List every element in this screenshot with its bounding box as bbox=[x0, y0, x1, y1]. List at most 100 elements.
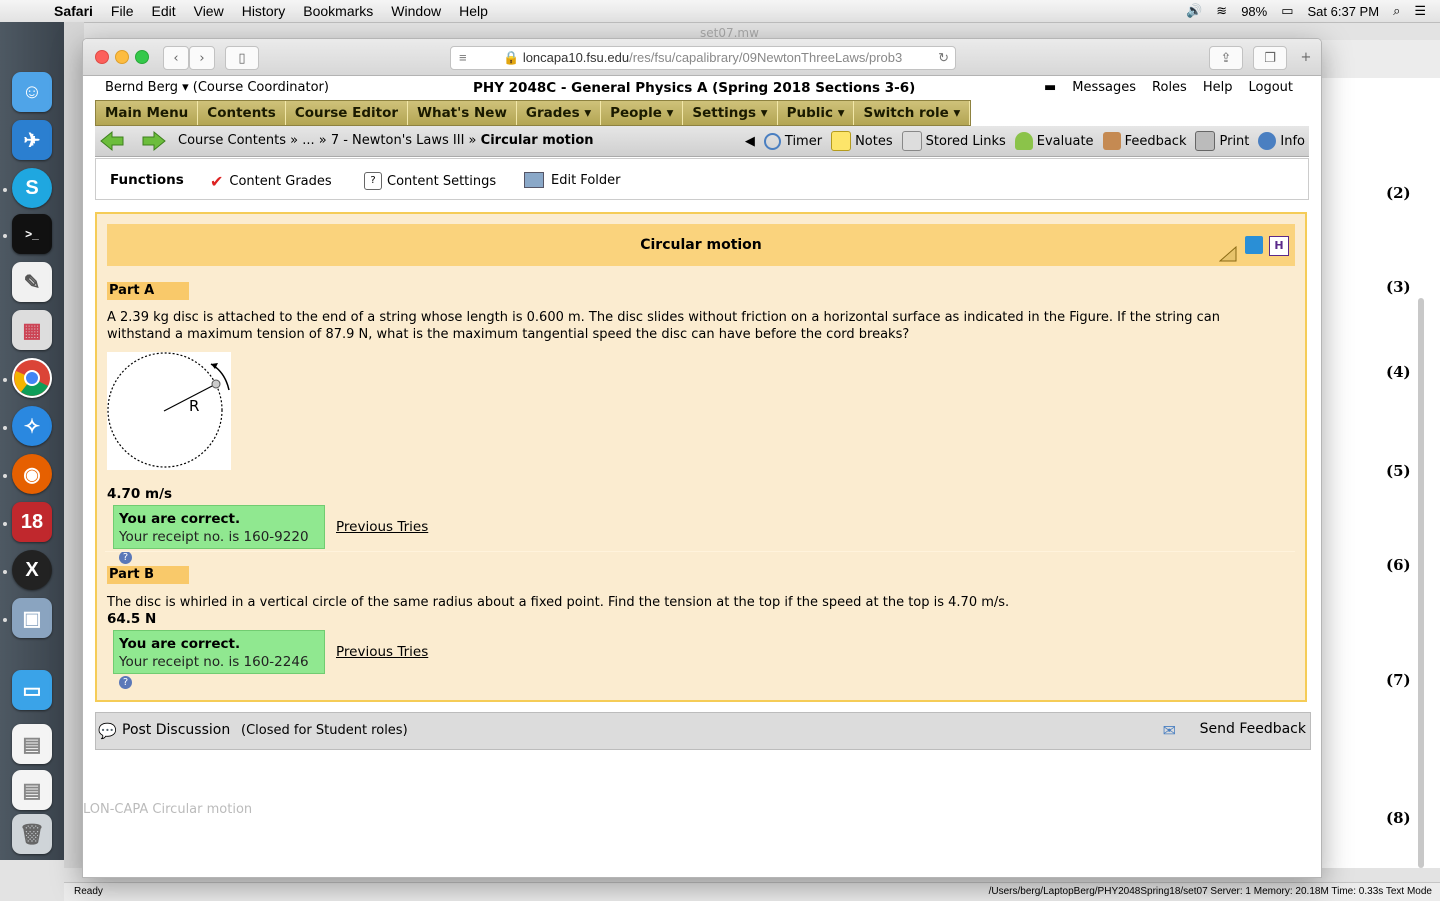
send-feedback-link[interactable]: Send Feedback bbox=[1200, 721, 1306, 737]
menu-course-editor[interactable]: Course Editor bbox=[285, 101, 409, 125]
reader-icon[interactable]: ≡ bbox=[459, 47, 467, 69]
menu-switch-role[interactable]: Switch role ▾ bbox=[854, 101, 971, 125]
minimize-window-button[interactable] bbox=[115, 50, 129, 64]
feedback-tool[interactable]: Feedback bbox=[1102, 132, 1187, 150]
trash-icon[interactable]: 🗑 bbox=[12, 814, 52, 854]
print-tool[interactable]: Print bbox=[1195, 131, 1249, 151]
sidebar-button[interactable]: ▯ bbox=[225, 46, 259, 70]
part-b-previous-tries-link[interactable]: Previous Tries bbox=[336, 644, 428, 660]
menu-people[interactable]: People ▾ bbox=[601, 101, 684, 125]
wifi-icon[interactable]: ≋ bbox=[1216, 3, 1227, 19]
document-thumbnail-icon[interactable]: ▤ bbox=[12, 770, 52, 810]
menu-view[interactable]: View bbox=[194, 3, 224, 19]
help-question-icon[interactable]: ? bbox=[119, 676, 132, 689]
equation-number: (3) bbox=[1386, 278, 1411, 296]
notification-center-icon[interactable]: ☰ bbox=[1414, 3, 1426, 19]
edit-problem-icon[interactable] bbox=[1245, 236, 1263, 254]
mail-icon[interactable]: ✈ bbox=[12, 120, 52, 160]
messages-link[interactable]: Messages bbox=[1072, 80, 1136, 95]
terminal-icon[interactable]: >_ bbox=[12, 214, 52, 254]
close-window-button[interactable] bbox=[95, 50, 109, 64]
firefox-icon[interactable]: ◉ bbox=[12, 454, 52, 494]
timer-tool[interactable]: Timer bbox=[763, 132, 822, 150]
notes-label: Notes bbox=[855, 133, 893, 149]
part-a-question: A 2.39 kg disc is attached to the end of… bbox=[107, 310, 1220, 342]
menu-public[interactable]: Public ▾ bbox=[777, 101, 855, 125]
back-button[interactable]: ‹ bbox=[163, 46, 189, 70]
breadcrumb-current: Circular motion bbox=[480, 133, 594, 148]
content-settings-link[interactable]: ? Content Settings bbox=[364, 172, 496, 190]
menu-app-name[interactable]: Safari bbox=[54, 3, 93, 19]
battery-percent[interactable]: 98% bbox=[1241, 4, 1267, 19]
chrome-icon[interactable] bbox=[12, 358, 52, 398]
ruler-icon[interactable] bbox=[1218, 237, 1237, 262]
reload-icon[interactable]: ↻ bbox=[938, 47, 949, 69]
history-icon[interactable]: H bbox=[1269, 236, 1289, 256]
collapse-arrow-icon[interactable]: ◀ bbox=[745, 134, 755, 149]
skype-icon[interactable]: S bbox=[12, 168, 52, 208]
menu-file[interactable]: File bbox=[111, 3, 134, 19]
address-bar[interactable]: ≡ 🔒 loncapa10.fsu.edu/res/fsu/capalibrar… bbox=[450, 46, 956, 70]
roles-link[interactable]: Roles bbox=[1152, 80, 1187, 95]
menu-settings[interactable]: Settings ▾ bbox=[683, 101, 778, 125]
menu-grades[interactable]: Grades ▾ bbox=[516, 101, 602, 125]
logout-link[interactable]: Logout bbox=[1248, 80, 1293, 95]
document-thumbnail-icon[interactable]: ▤ bbox=[12, 724, 52, 764]
discussion-icon[interactable]: 💬 bbox=[98, 722, 117, 740]
x11-icon[interactable]: X bbox=[12, 550, 52, 590]
laptop-icon[interactable]: ▬ bbox=[1044, 80, 1056, 95]
previous-arrow-icon[interactable] bbox=[99, 130, 125, 152]
post-discussion-link[interactable]: Post Discussion bbox=[122, 722, 230, 738]
running-indicator bbox=[3, 618, 7, 622]
calculator-icon[interactable]: ▦ bbox=[12, 310, 52, 350]
help-link[interactable]: Help bbox=[1203, 80, 1233, 95]
finder-icon[interactable]: ☺ bbox=[12, 72, 52, 112]
background-scrollbar[interactable] bbox=[1418, 298, 1424, 868]
menu-contents[interactable]: Contents bbox=[198, 101, 286, 125]
folder-edit-icon bbox=[524, 172, 544, 188]
battery-icon[interactable]: ▭ bbox=[1281, 3, 1293, 19]
status-right: /Users/berg/LaptopBerg/PHY2048Spring18/s… bbox=[988, 886, 1432, 897]
user-menu[interactable]: Bernd Berg ▾ bbox=[105, 80, 189, 95]
menu-whats-new[interactable]: What's New bbox=[408, 101, 517, 125]
clock[interactable]: Sat 6:37 PM bbox=[1308, 4, 1380, 19]
stored-links-tool[interactable]: Stored Links bbox=[901, 131, 1006, 151]
safari-icon[interactable]: ✧ bbox=[12, 406, 52, 446]
info-tool[interactable]: Info bbox=[1258, 132, 1305, 150]
sound-icon[interactable]: 🔊 bbox=[1186, 3, 1202, 19]
sidebar-icon: ▯ bbox=[238, 50, 246, 66]
feedback-label: Feedback bbox=[1124, 133, 1187, 149]
menu-main-menu[interactable]: Main Menu bbox=[96, 101, 199, 125]
notes-tool[interactable]: Notes bbox=[831, 131, 893, 151]
circular-motion-figure: R bbox=[107, 352, 231, 470]
next-arrow-icon[interactable] bbox=[141, 130, 167, 152]
share-button[interactable]: ⇪ bbox=[1209, 46, 1243, 70]
breadcrumb-trail[interactable]: Course Contents » ... » 7 - Newton's Law… bbox=[178, 133, 477, 148]
menu-bookmarks[interactable]: Bookmarks bbox=[303, 3, 373, 19]
maple-icon[interactable]: 18 bbox=[12, 502, 52, 542]
spotlight-icon[interactable]: ⌕ bbox=[1393, 3, 1400, 19]
preview-icon[interactable]: ▣ bbox=[12, 598, 52, 638]
forward-button[interactable]: › bbox=[189, 46, 215, 70]
textedit-icon[interactable]: ✎ bbox=[12, 262, 52, 302]
new-tab-button[interactable]: + bbox=[1295, 46, 1317, 68]
edit-folder-link[interactable]: Edit Folder bbox=[524, 172, 620, 188]
running-indicator bbox=[3, 234, 7, 238]
evaluate-tool[interactable]: Evaluate bbox=[1014, 132, 1094, 150]
menu-window[interactable]: Window bbox=[391, 3, 441, 19]
menu-history[interactable]: History bbox=[242, 3, 286, 19]
bookmark-icon bbox=[901, 131, 922, 151]
menu-edit[interactable]: Edit bbox=[151, 3, 175, 19]
tabs-overview-button[interactable]: ❐ bbox=[1253, 46, 1287, 70]
tabs-icon: ❐ bbox=[1264, 50, 1276, 66]
folder-icon[interactable]: ▭ bbox=[12, 670, 52, 710]
help-question-icon[interactable]: ? bbox=[119, 551, 132, 564]
content-grades-link[interactable]: ✔ Content Grades bbox=[210, 172, 332, 191]
send-feedback-icon[interactable]: ✉ bbox=[1163, 721, 1176, 740]
menu-help[interactable]: Help bbox=[459, 3, 488, 19]
chevron-right-icon: › bbox=[199, 50, 205, 66]
equation-number: (2) bbox=[1386, 184, 1411, 202]
running-indicator bbox=[3, 378, 7, 382]
zoom-window-button[interactable] bbox=[135, 50, 149, 64]
part-a-previous-tries-link[interactable]: Previous Tries bbox=[336, 519, 428, 535]
